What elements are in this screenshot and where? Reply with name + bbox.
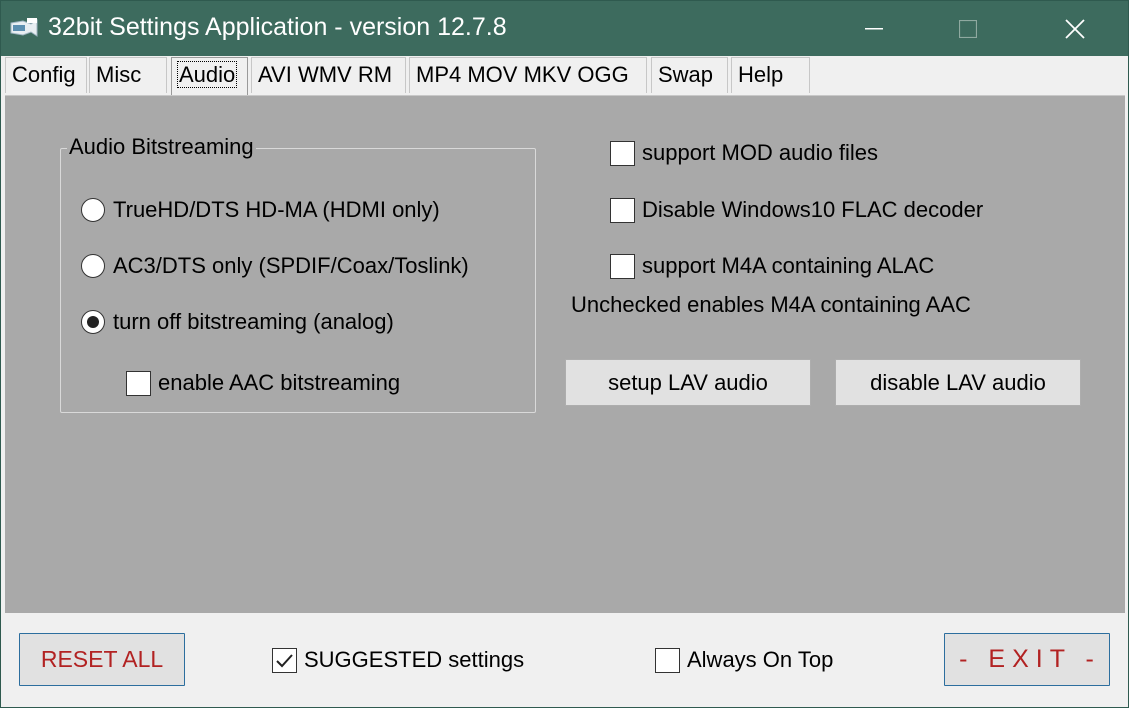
- checkbox-box[interactable]: [126, 370, 151, 396]
- audio-panel: Audio Bitstreaming TrueHD/DTS HD-MA (HDM…: [5, 95, 1125, 613]
- radio-ac3-dts[interactable]: AC3/DTS only (SPDIF/Coax/Toslink): [81, 253, 469, 279]
- checkbox-label: SUGGESTED settings: [304, 647, 525, 672]
- tab-audio[interactable]: Audio: [171, 57, 248, 95]
- tab-label: Swap: [658, 62, 714, 87]
- tab-label: AVI WMV RM: [258, 62, 393, 87]
- close-icon: [1065, 18, 1085, 39]
- window-title: 32bit Settings Application - version 12.…: [48, 13, 507, 41]
- radio-button[interactable]: [81, 254, 105, 278]
- checkbox-suggested-settings[interactable]: SUGGESTED settings: [272, 647, 524, 673]
- tab-label: MP4 MOV MKV OGG: [416, 62, 629, 87]
- checkbox-support-mod[interactable]: support MOD audio files: [610, 140, 878, 166]
- radio-button[interactable]: [81, 310, 105, 334]
- close-window-button[interactable]: [1045, 1, 1105, 56]
- maximize-button[interactable]: [938, 1, 998, 56]
- m4a-aac-note: Unchecked enables M4A containing AAC: [571, 292, 971, 317]
- app-window: 32bit Settings Application - version 12.…: [0, 0, 1129, 708]
- checkbox-support-m4a-alac[interactable]: support M4A containing ALAC: [610, 253, 934, 279]
- checkbox-always-on-top[interactable]: Always On Top: [655, 647, 833, 673]
- tab-label: Misc: [96, 62, 142, 87]
- checkbox-box[interactable]: [610, 253, 635, 279]
- tab-swap[interactable]: Swap: [651, 57, 728, 93]
- checkmark-icon: [276, 653, 293, 667]
- checkbox-label: enable AAC bitstreaming: [158, 370, 401, 395]
- minimize-icon: [865, 27, 883, 29]
- tab-strip: Config Misc Audio AVI WMV RM MP4 MOV MKV…: [1, 57, 1128, 95]
- checkbox-label: support M4A containing ALAC: [642, 253, 935, 278]
- checkbox-box[interactable]: [610, 140, 635, 166]
- tab-config[interactable]: Config: [5, 57, 87, 93]
- setup-lav-audio-button[interactable]: setup LAV audio: [565, 359, 811, 406]
- checkbox-enable-aac[interactable]: enable AAC bitstreaming: [126, 370, 400, 396]
- reset-all-button[interactable]: RESET ALL: [19, 633, 185, 686]
- maximize-icon: [959, 19, 977, 38]
- checkbox-label: support MOD audio files: [642, 140, 878, 165]
- minimize-button[interactable]: [844, 1, 904, 56]
- radio-truehd-dts[interactable]: TrueHD/DTS HD-MA (HDMI only): [81, 197, 440, 223]
- app-icon: [9, 15, 41, 41]
- radio-label: AC3/DTS only (SPDIF/Coax/Toslink): [113, 253, 469, 278]
- radio-button[interactable]: [81, 198, 105, 222]
- tab-help[interactable]: Help: [731, 57, 810, 93]
- radio-label: turn off bitstreaming (analog): [113, 309, 394, 334]
- checkbox-disable-flac[interactable]: Disable Windows10 FLAC decoder: [610, 197, 983, 223]
- checkbox-label: Disable Windows10 FLAC decoder: [642, 197, 984, 222]
- tab-avi-wmv-rm[interactable]: AVI WMV RM: [251, 57, 406, 93]
- checkbox-box[interactable]: [272, 647, 297, 673]
- footer-bar: RESET ALL SUGGESTED settings Always On T…: [1, 613, 1128, 707]
- group-title: Audio Bitstreaming: [67, 134, 256, 160]
- checkbox-box[interactable]: [655, 647, 680, 673]
- exit-button[interactable]: - EXIT -: [944, 633, 1110, 686]
- radio-selected-dot: [87, 316, 99, 328]
- tab-label: Help: [738, 62, 784, 87]
- disable-lav-audio-button[interactable]: disable LAV audio: [835, 359, 1081, 406]
- tab-mp4-mov-mkv-ogg[interactable]: MP4 MOV MKV OGG: [409, 57, 647, 93]
- radio-bitstreaming-off[interactable]: turn off bitstreaming (analog): [81, 309, 394, 335]
- title-bar[interactable]: 32bit Settings Application - version 12.…: [1, 1, 1128, 56]
- tab-label: Audio: [176, 61, 238, 88]
- checkbox-box[interactable]: [610, 197, 635, 223]
- checkbox-label: Always On Top: [687, 647, 834, 672]
- tab-label: Config: [12, 62, 76, 87]
- radio-label: TrueHD/DTS HD-MA (HDMI only): [113, 197, 440, 222]
- tab-misc[interactable]: Misc: [89, 57, 167, 93]
